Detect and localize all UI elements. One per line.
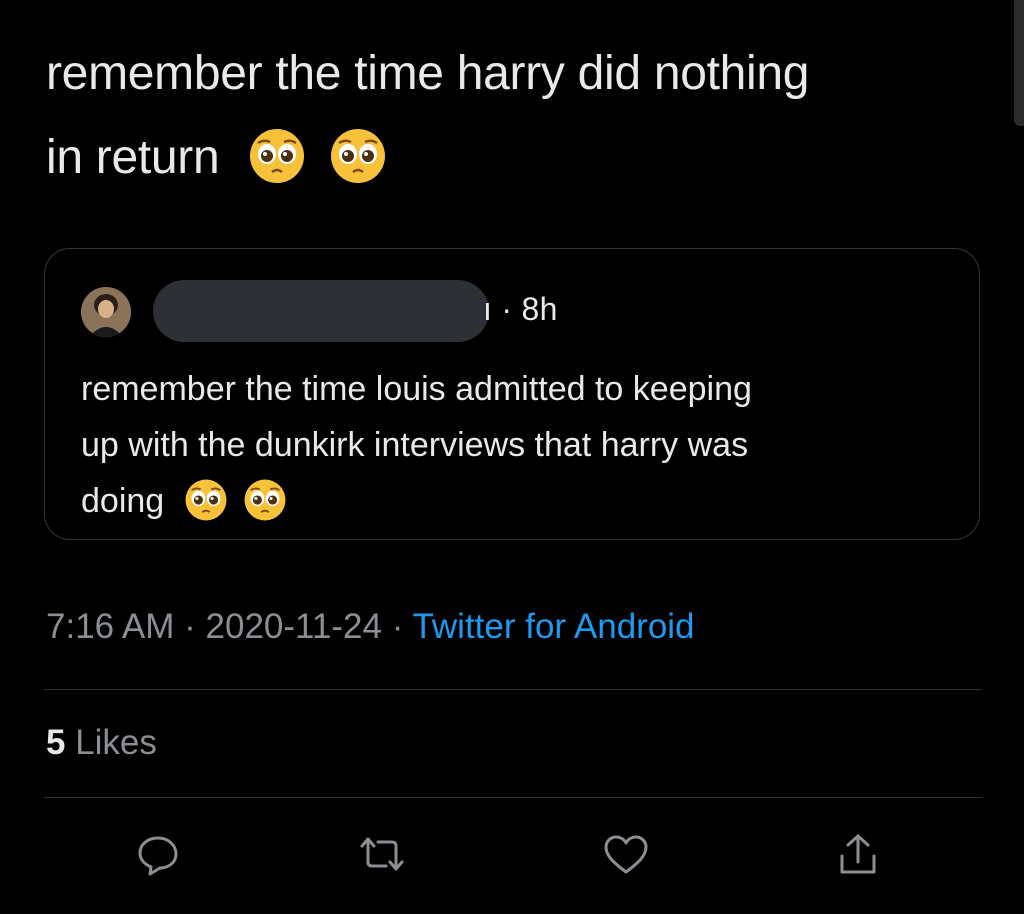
divider [44,797,982,798]
pleading-face-icon [329,127,387,185]
tweet-detail-view: remember the time harry did nothing in r… [0,0,1024,914]
quoted-tweet-text-line-3: doing [81,482,165,520]
quoted-tweet-text-line-1: remember the time louis admitted to keep… [81,370,752,408]
likes-stat[interactable]: 5 Likes [46,723,157,763]
likes-count: 5 [46,723,66,762]
separator: · [174,607,206,646]
likes-label: Likes [65,723,157,762]
pleading-face-icon [248,127,306,185]
retweet-button[interactable] [352,826,412,886]
quoted-tweet-card[interactable]: ı · 8h remember the time louis admitted … [44,248,980,540]
quoted-tweet-text: remember the time louis admitted to keep… [81,361,941,529]
avatar[interactable] [81,287,131,337]
scrollbar[interactable] [1014,0,1024,126]
quoted-tweet-time[interactable]: ı · 8h [483,291,558,328]
reply-icon [134,830,182,883]
separator: · [381,607,413,646]
tweet-text: remember the time harry did nothing in r… [46,32,986,200]
pleading-face-icon [184,478,228,522]
redacted-username [153,280,489,342]
tweet-text-line-2: in return [46,131,220,184]
quoted-tweet-header [81,283,131,341]
tweet-text-line-1: remember the time harry did nothing [46,47,810,100]
retweet-icon [356,830,408,883]
divider [44,689,982,690]
reply-button[interactable] [128,826,188,886]
heart-icon [600,830,652,883]
pleading-face-icon [243,478,287,522]
like-button[interactable] [596,826,656,886]
share-button[interactable] [828,826,888,886]
quoted-tweet-text-line-2: up with the dunkirk interviews that harr… [81,426,749,464]
share-icon [834,830,882,883]
tweet-date[interactable]: 2020-11-24 [206,607,382,646]
tweet-time[interactable]: 7:16 AM [46,607,174,646]
tweet-timestamp-row: 7:16 AM · 2020-11-24 · Twitter for Andro… [46,607,695,647]
tweet-actions-bar [0,826,1024,886]
tweet-source-link[interactable]: Twitter for Android [412,607,694,646]
